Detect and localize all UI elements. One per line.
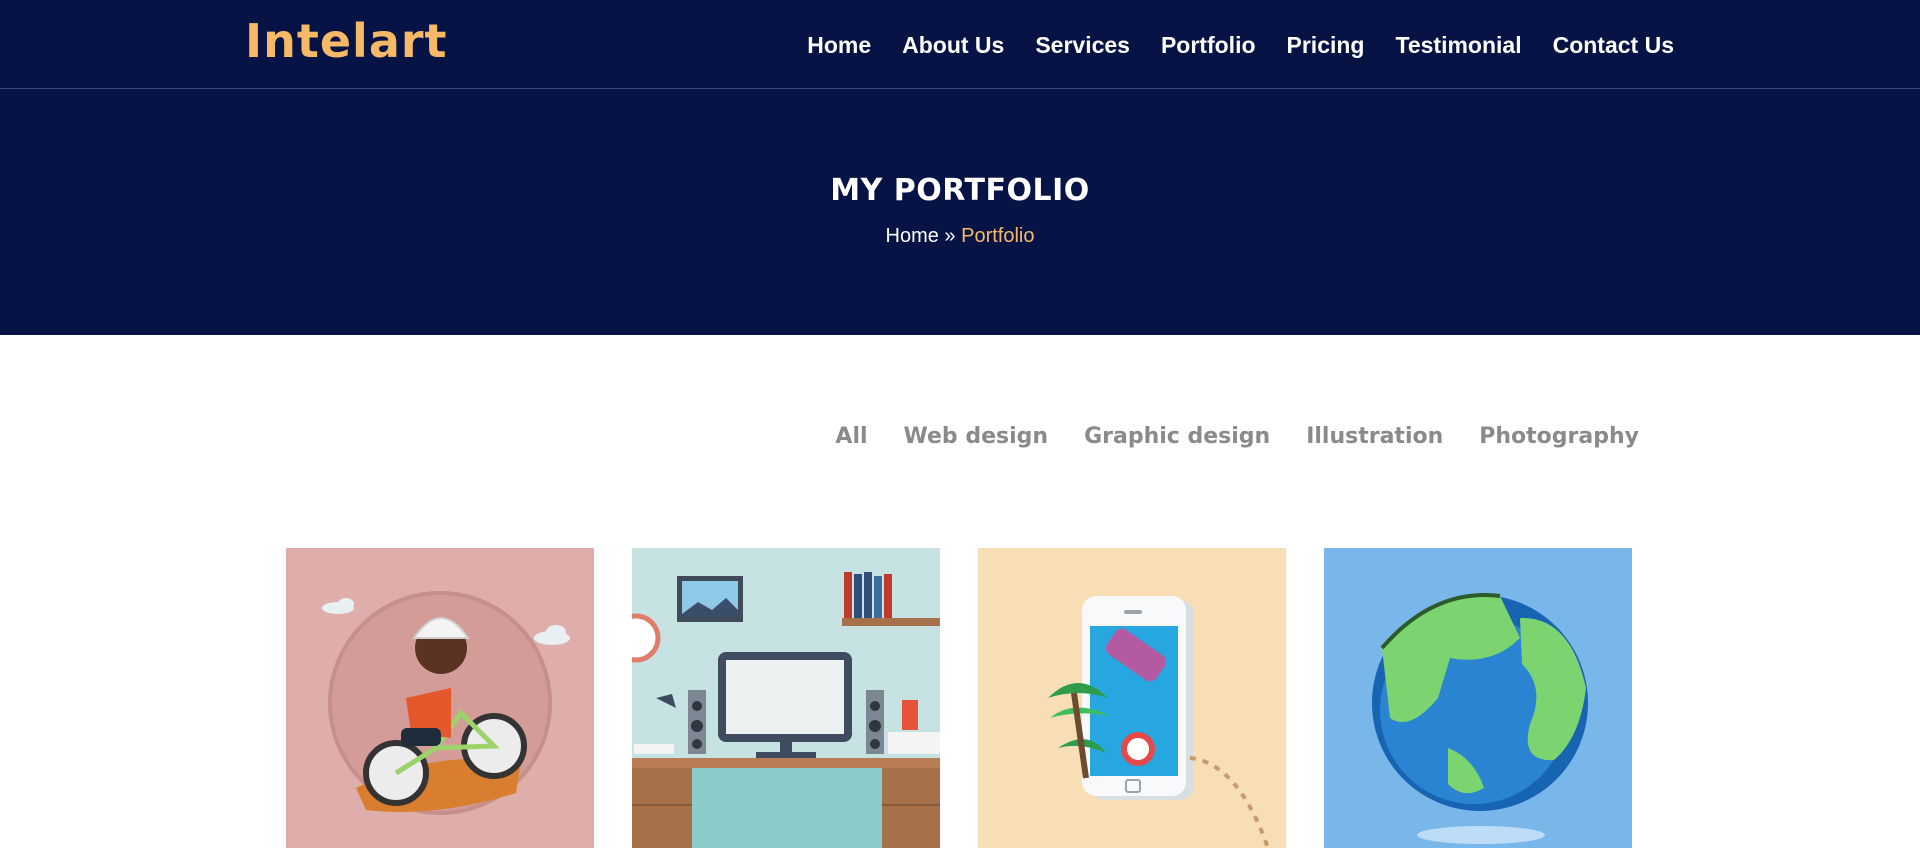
portfolio-item-globe[interactable] xyxy=(1324,548,1632,848)
nav-contact-us[interactable]: Contact Us xyxy=(1553,31,1674,59)
portfolio-filters: All Web design Graphic design Illustrati… xyxy=(835,424,1639,449)
breadcrumb-home[interactable]: Home xyxy=(886,225,939,247)
workspace-illustration xyxy=(632,548,940,848)
main-nav: Home About Us Services Portfolio Pricing… xyxy=(807,31,1674,59)
cyclist-illustration xyxy=(286,548,594,848)
filter-web-design[interactable]: Web design xyxy=(904,424,1049,449)
filter-all[interactable]: All xyxy=(835,424,867,449)
nav-testimonial[interactable]: Testimonial xyxy=(1395,31,1521,59)
page-banner: MY PORTFOLIO Home » Portfolio xyxy=(0,89,1920,335)
portfolio-item-workspace[interactable] xyxy=(632,548,940,848)
nav-pricing[interactable]: Pricing xyxy=(1287,31,1365,59)
breadcrumb-current: Portfolio xyxy=(961,225,1035,247)
nav-home[interactable]: Home xyxy=(807,31,871,59)
smartphone-illustration xyxy=(978,548,1286,848)
filter-graphic-design[interactable]: Graphic design xyxy=(1084,424,1270,449)
nav-portfolio[interactable]: Portfolio xyxy=(1161,31,1256,59)
portfolio-item-smartphone[interactable] xyxy=(978,548,1286,848)
breadcrumb-separator: » xyxy=(944,225,956,247)
page-title: MY PORTFOLIO xyxy=(830,173,1090,208)
filter-illustration[interactable]: Illustration xyxy=(1306,424,1443,449)
portfolio-grid xyxy=(286,548,1632,848)
portfolio-item-cyclist[interactable] xyxy=(286,548,594,848)
filter-photography[interactable]: Photography xyxy=(1479,424,1639,449)
nav-about-us[interactable]: About Us xyxy=(902,31,1004,59)
nav-services[interactable]: Services xyxy=(1035,31,1130,59)
globe-illustration xyxy=(1324,548,1632,848)
site-header: Intelart Home About Us Services Portfoli… xyxy=(0,0,1920,89)
site-logo[interactable]: Intelart xyxy=(245,18,448,64)
breadcrumb: Home » Portfolio xyxy=(0,225,1920,248)
